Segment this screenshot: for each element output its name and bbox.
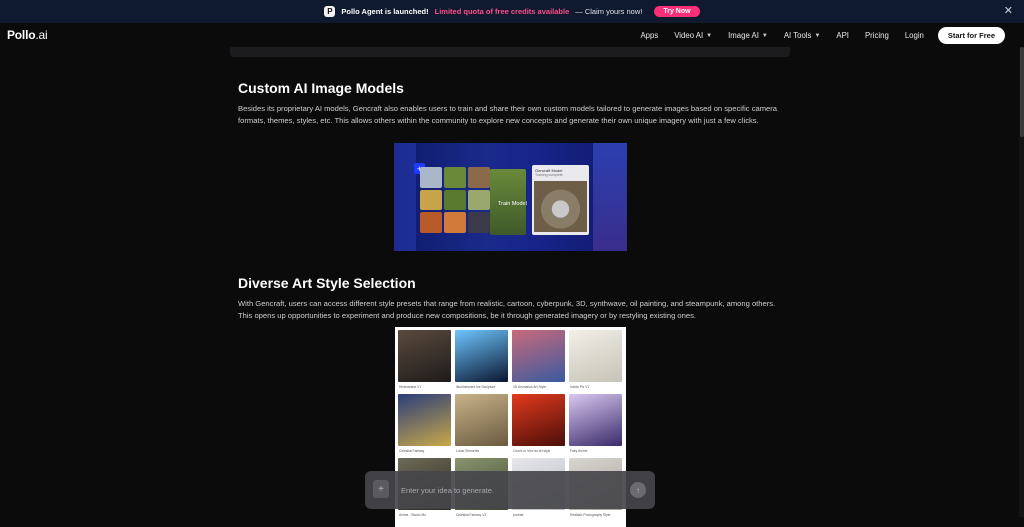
nav-item-apps[interactable]: Apps — [632, 28, 666, 44]
style-caption: Illuminescent Ice Sculpture — [456, 385, 496, 389]
announcement-title: Pollo Agent is launched! — [341, 7, 429, 16]
image-panel — [394, 143, 416, 251]
training-thumb — [468, 189, 490, 211]
style-caption: Hinterarena V1 — [399, 385, 422, 389]
style-preview-image — [455, 394, 508, 446]
nav-item-label: AI Tools — [783, 31, 812, 40]
brand-logo[interactable]: Pollo.ai — [7, 28, 48, 42]
style-preview-image — [569, 330, 622, 382]
nav-item-pricing[interactable]: Pricing — [857, 28, 897, 44]
nav-item-label: Apps — [640, 31, 659, 40]
style-preview-image — [569, 394, 622, 446]
style-preview-image — [398, 330, 451, 382]
training-thumb — [444, 167, 466, 188]
custom-models-image: + Train Model Gencraft Model Training co… — [394, 143, 627, 251]
add-attachment-button[interactable]: + — [373, 480, 389, 498]
style-caption: portrait — [513, 513, 524, 517]
style-caption: Celestial Fantasy — [399, 449, 425, 453]
nav-item-label: Login — [904, 31, 924, 40]
image-panel — [593, 143, 627, 251]
nav-item-ai-tools[interactable]: AI Tools ▼ — [776, 28, 829, 44]
style-caption: Lunar Elements — [456, 449, 480, 453]
model-card-subtitle: Training complete — [535, 173, 563, 177]
training-thumb — [468, 167, 490, 188]
style-caption: 3D Animation Art Style — [513, 385, 546, 389]
style-caption: Anime - Studio Mo — [399, 513, 427, 517]
model-output-image — [534, 181, 587, 232]
style-caption: Inside Pix V1 — [570, 385, 590, 389]
announcement-highlight: Limited quota of free credits available — [434, 7, 570, 16]
model-result-card: Gencraft Model Training complete — [532, 165, 589, 235]
style-preview-image — [512, 394, 565, 446]
style-preview-image — [512, 330, 565, 382]
prompt-bar: + ↑ — [365, 471, 655, 509]
close-icon[interactable]: ✕ — [1004, 4, 1013, 17]
style-caption: Celestial Fantasy V2 — [456, 513, 487, 517]
scrollbar-thumb[interactable] — [1020, 47, 1024, 137]
training-thumb — [444, 189, 466, 211]
chevron-down-icon: ▼ — [814, 32, 821, 39]
nav-item-label: Image AI — [728, 31, 759, 40]
chevron-down-icon: ▼ — [706, 32, 713, 39]
brand-suffix: .ai — [35, 28, 48, 42]
announcement-bar: P Pollo Agent is launched! Limited quota… — [0, 0, 1024, 23]
style-preview-image — [398, 394, 451, 446]
training-thumb — [420, 167, 442, 188]
nav-item-label: Video AI — [674, 31, 704, 40]
try-now-button[interactable]: Try Now — [654, 6, 700, 17]
announcement-rest: — Claim yours now! — [575, 7, 643, 16]
brand-main: Pollo — [7, 28, 36, 42]
style-caption: Realistic Photography Style — [570, 513, 611, 517]
training-thumb — [420, 189, 442, 211]
section-heading-custom-models: Custom AI Image Models — [238, 80, 404, 96]
nav-links: Apps Video AI ▼ Image AI ▼ AI Tools ▼ API P… — [632, 27, 1005, 44]
section-body-art-styles: With Gencraft, users can access differen… — [238, 299, 776, 320]
train-model-label: Train Model — [498, 201, 527, 207]
training-thumb — [420, 212, 442, 233]
nav-item-label: API — [836, 31, 849, 40]
send-arrow-icon[interactable]: ↑ — [630, 482, 646, 498]
start-for-free-button[interactable]: Start for Free — [937, 27, 1005, 44]
nav-item-login[interactable]: Login — [897, 28, 932, 44]
top-navbar: Pollo.ai Apps Video AI ▼ Image AI ▼ AI Too… — [0, 23, 1019, 47]
nav-item-label: Pricing — [864, 31, 889, 40]
style-preview-image — [455, 330, 508, 382]
section-body-custom-models: Besides its proprietary AI models, Gencr… — [238, 104, 778, 125]
nav-item-image-ai[interactable]: Image AI ▼ — [720, 28, 776, 44]
chevron-down-icon: ▼ — [761, 32, 768, 39]
training-thumb — [444, 212, 466, 233]
style-caption: Comic or Vice as art style — [513, 449, 551, 453]
pollo-logo-icon: P — [324, 6, 336, 17]
previous-block-edge — [230, 47, 790, 57]
training-image-grid — [420, 167, 490, 233]
section-heading-art-styles: Diverse Art Style Selection — [238, 275, 416, 291]
prompt-input[interactable] — [401, 483, 601, 497]
nav-item-video-ai[interactable]: Video AI ▼ — [666, 28, 720, 44]
nav-item-api[interactable]: API — [828, 28, 857, 44]
style-caption: Fairy Anime — [570, 449, 588, 453]
training-thumb — [468, 212, 490, 233]
